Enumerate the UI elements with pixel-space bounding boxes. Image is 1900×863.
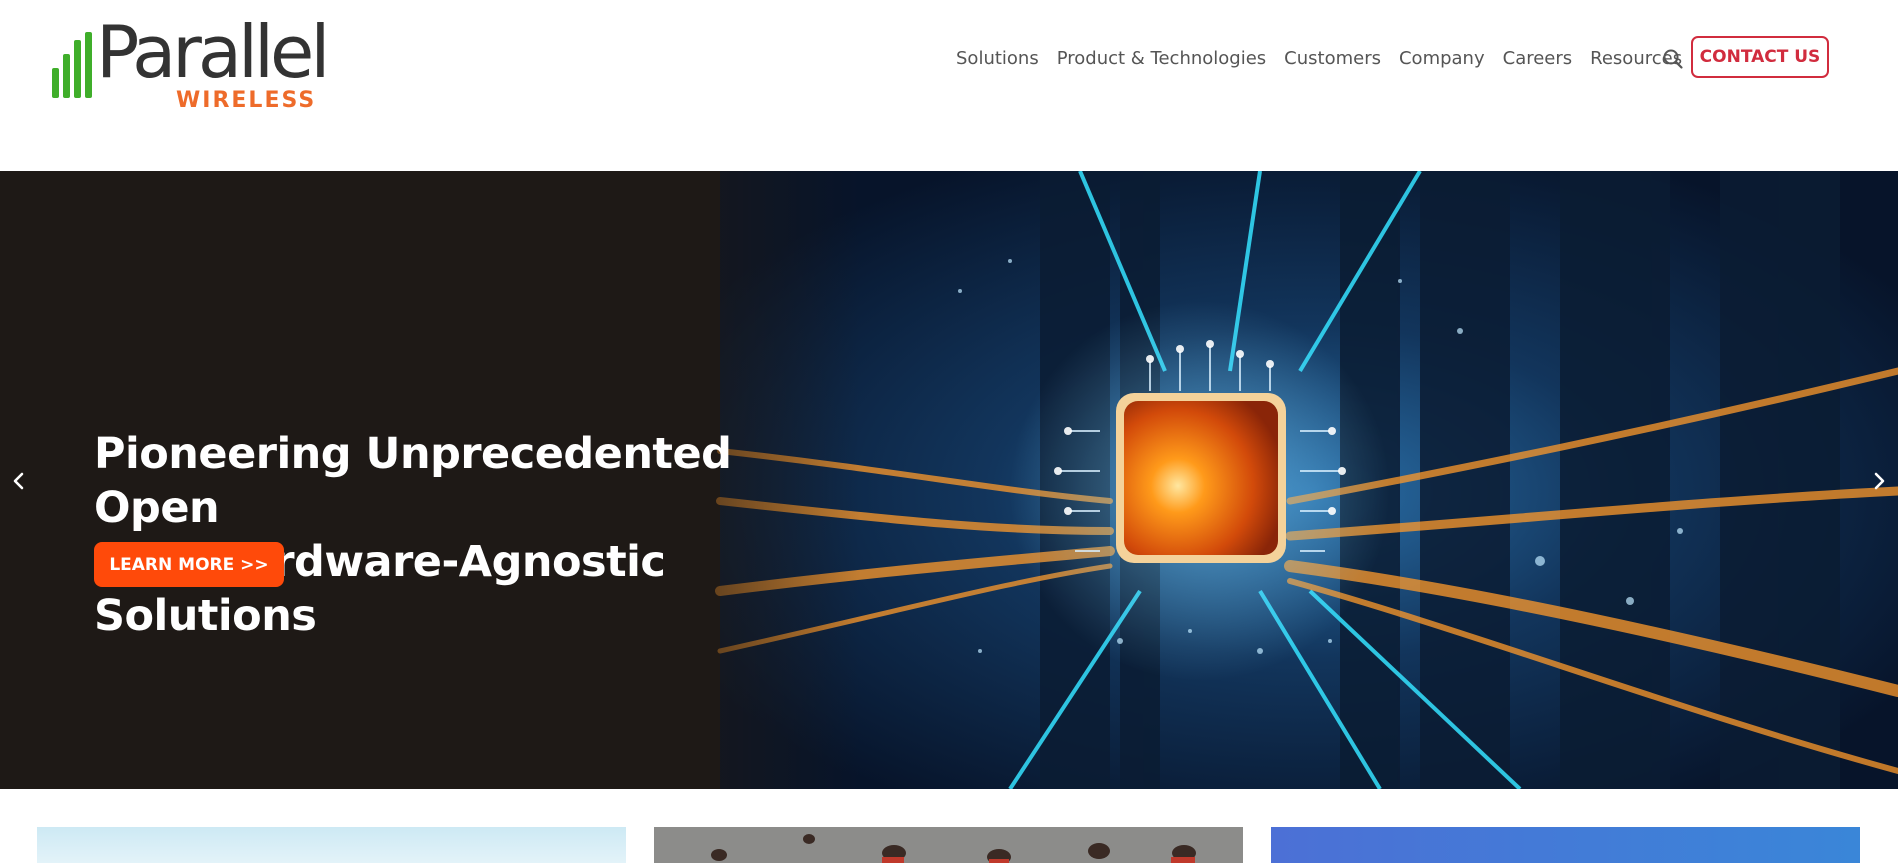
search-icon[interactable] [1662, 48, 1684, 70]
feature-cards [0, 789, 1900, 863]
parallel-wireless-logo[interactable]: Parallel WIRELESS [52, 10, 330, 114]
crowd-photo [654, 827, 1243, 863]
hero-slider: Pioneering Unprecedented Open RAN Hardwa… [0, 171, 1898, 789]
hero-title-line-1: Pioneering Unprecedented Open [94, 429, 732, 533]
site-header: Parallel WIRELESS Solutions Product & Te… [0, 0, 1900, 171]
feature-card-1[interactable] [37, 827, 626, 863]
learn-more-button[interactable]: LEARN MORE >> [94, 542, 284, 587]
contact-us-button[interactable]: CONTACT US [1691, 36, 1829, 78]
nav-item-customers[interactable]: Customers [1284, 48, 1381, 69]
main-nav: Solutions Product & Technologies Custome… [956, 46, 1700, 70]
chevron-right-icon[interactable] [1866, 468, 1892, 494]
logo-wordmark: Parallel [96, 10, 330, 94]
hero-title: Pioneering Unprecedented Open RAN Hardwa… [94, 427, 854, 643]
nav-item-careers[interactable]: Careers [1503, 48, 1573, 69]
signal-bars-icon [52, 32, 96, 98]
nav-item-company[interactable]: Company [1399, 48, 1485, 69]
feature-card-2[interactable] [654, 827, 1243, 863]
chevron-left-icon[interactable] [6, 468, 32, 494]
nav-item-solutions[interactable]: Solutions [956, 48, 1039, 69]
logo-tagline: WIRELESS [176, 88, 317, 113]
feature-card-3[interactable] [1271, 827, 1860, 863]
nav-item-product-technologies[interactable]: Product & Technologies [1057, 48, 1266, 69]
